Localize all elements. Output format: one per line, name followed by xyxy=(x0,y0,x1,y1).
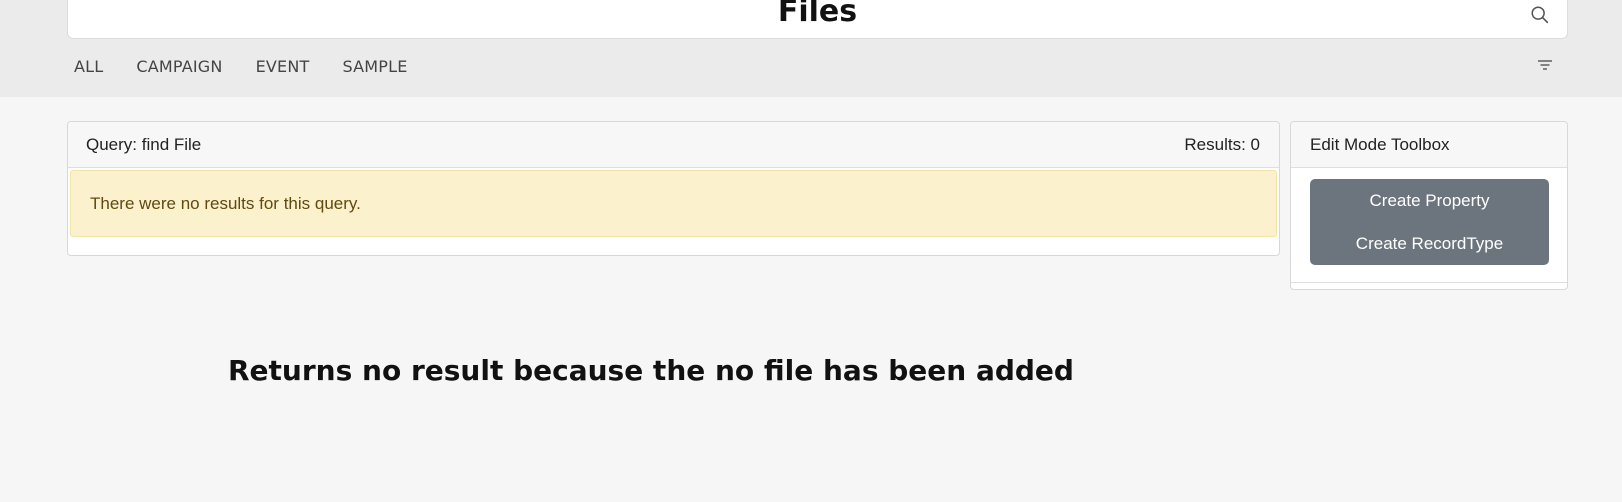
toolbox-divider xyxy=(1291,282,1567,283)
no-results-alert: There were no results for this query. xyxy=(70,170,1277,237)
create-recordtype-button[interactable]: Create RecordType xyxy=(1310,222,1549,265)
search-bar[interactable]: Files xyxy=(67,0,1568,39)
edit-mode-toolbox: Edit Mode Toolbox Create Property Create… xyxy=(1290,121,1568,290)
tab-campaign[interactable]: CAMPAIGN xyxy=(136,57,222,76)
category-tabs: ALL CAMPAIGN EVENT SAMPLE xyxy=(67,53,434,79)
annotation-caption: Returns no result because the no file ha… xyxy=(228,354,1074,387)
search-icon[interactable] xyxy=(1529,4,1551,26)
results-count: Results: 0 xyxy=(1184,134,1260,154)
top-navigation-band: Files ALL CAMPAIGN EVENT SAMPLE xyxy=(0,0,1622,97)
page-title: Files xyxy=(777,0,858,29)
toolbox-button-group: Create Property Create RecordType xyxy=(1310,179,1549,265)
toolbox-title: Edit Mode Toolbox xyxy=(1291,122,1567,168)
create-property-button[interactable]: Create Property xyxy=(1310,179,1549,222)
query-results-card: Query: find File Results: 0 There were n… xyxy=(67,121,1280,256)
query-label: Query: find File xyxy=(86,134,202,154)
tab-sample[interactable]: SAMPLE xyxy=(342,57,407,76)
filter-icon[interactable] xyxy=(1536,56,1554,74)
query-header: Query: find File Results: 0 xyxy=(68,122,1279,168)
tab-all[interactable]: ALL xyxy=(74,57,103,76)
tab-event[interactable]: EVENT xyxy=(256,57,310,76)
